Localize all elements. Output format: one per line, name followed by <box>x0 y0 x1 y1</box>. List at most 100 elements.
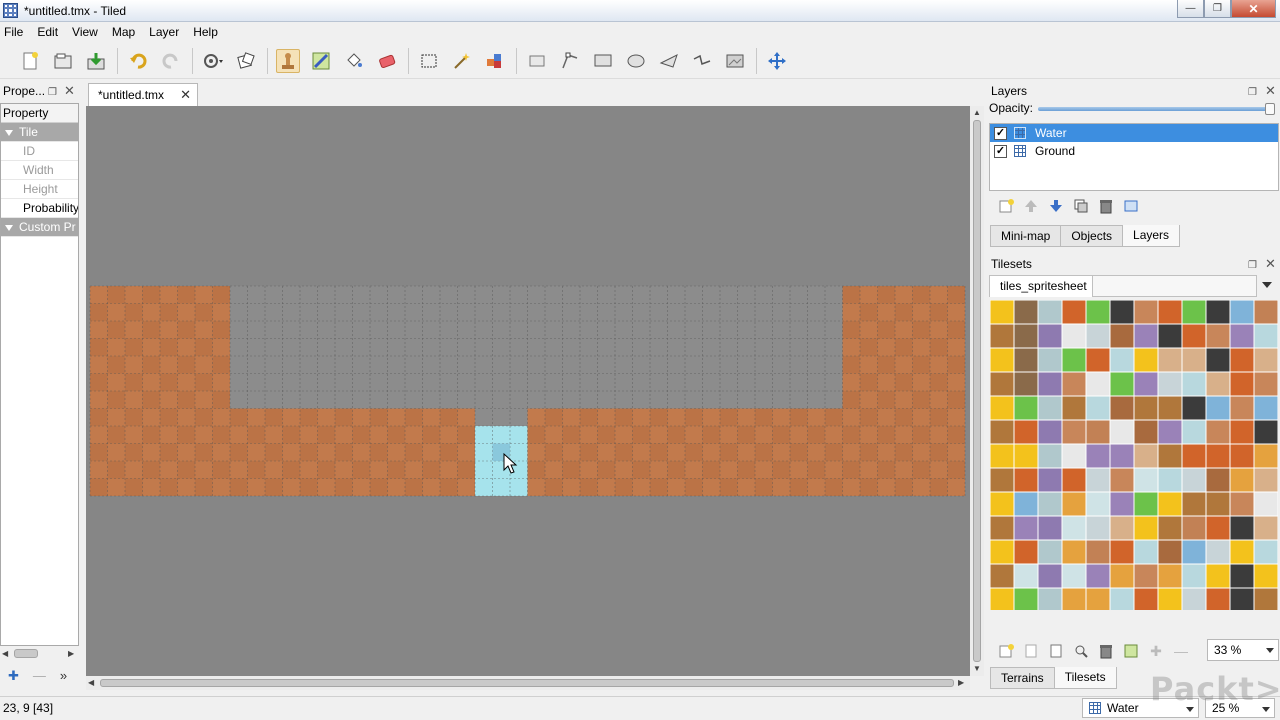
tileset-tile[interactable] <box>990 300 1014 324</box>
tileset-tile[interactable] <box>1086 516 1110 540</box>
stamp-brush-icon[interactable] <box>276 48 300 73</box>
export-tileset-icon[interactable] <box>1048 643 1064 659</box>
more-icon[interactable]: » <box>60 668 67 684</box>
tileset-tile[interactable] <box>1110 516 1134 540</box>
insert-rectangle-icon[interactable] <box>591 49 615 73</box>
tileset-tile[interactable] <box>1206 420 1230 444</box>
map-horizontal-scrollbar[interactable]: ◀ ▶ <box>86 676 970 690</box>
tileset-tile[interactable] <box>1086 300 1110 324</box>
tileset-tile[interactable] <box>1038 396 1062 420</box>
command-icon[interactable] <box>201 49 225 73</box>
tileset-tile[interactable] <box>1038 468 1062 492</box>
menu-help[interactable]: Help <box>193 25 218 39</box>
insert-ellipse-icon[interactable] <box>624 49 648 73</box>
layer-properties-icon[interactable] <box>1123 198 1139 214</box>
tileset-tile[interactable] <box>1254 588 1278 611</box>
tileset-tile[interactable] <box>1158 444 1182 468</box>
tileset-tile[interactable] <box>1206 396 1230 420</box>
tileset-tile[interactable] <box>1206 588 1230 611</box>
tileset-tile[interactable] <box>1254 324 1278 348</box>
new-tileset-icon[interactable] <box>998 643 1014 659</box>
map-view[interactable] <box>86 106 970 676</box>
tileset-tile[interactable] <box>1158 324 1182 348</box>
close-panel-icon[interactable]: ✕ <box>1265 82 1276 100</box>
tileset-tile[interactable] <box>1134 420 1158 444</box>
tileset-tile[interactable] <box>1110 396 1134 420</box>
tileset-tile[interactable] <box>1086 540 1110 564</box>
tileset-tile[interactable] <box>1182 372 1206 396</box>
tileset-tile[interactable] <box>1014 396 1038 420</box>
open-file-icon[interactable] <box>51 49 75 73</box>
add-property-icon[interactable]: ✚ <box>8 668 19 684</box>
tileset-tile[interactable] <box>990 588 1014 611</box>
tileset-tile[interactable] <box>1254 516 1278 540</box>
tab-layers[interactable]: Layers <box>1123 225 1181 247</box>
tileset-tile[interactable] <box>1206 444 1230 468</box>
tileset-tile[interactable] <box>1038 564 1062 588</box>
map-canvas[interactable] <box>86 106 970 676</box>
tileset-tile[interactable] <box>1254 348 1278 372</box>
property-height[interactable]: Height <box>1 180 78 199</box>
tileset-tiles[interactable] <box>990 300 1278 610</box>
tileset-tile[interactable] <box>1110 468 1134 492</box>
tab-mini-map[interactable]: Mini-map <box>990 225 1062 247</box>
tileset-tile[interactable] <box>1182 468 1206 492</box>
layer-row-ground[interactable]: ✓ Ground <box>990 142 1278 160</box>
select-same-tile-icon[interactable] <box>483 49 507 73</box>
tileset-tile[interactable] <box>1206 324 1230 348</box>
tileset-tile[interactable] <box>1134 324 1158 348</box>
tileset-tile[interactable] <box>1062 588 1086 611</box>
tileset-tile[interactable] <box>1014 468 1038 492</box>
rect-select-icon[interactable] <box>417 49 441 73</box>
tileset-tile[interactable] <box>1158 492 1182 516</box>
tileset-tile[interactable] <box>1230 588 1254 611</box>
tileset-tile[interactable] <box>1254 540 1278 564</box>
eraser-icon[interactable] <box>375 49 399 73</box>
tileset-tile[interactable] <box>1110 492 1134 516</box>
save-icon[interactable] <box>84 49 108 73</box>
tileset-tile[interactable] <box>1182 516 1206 540</box>
tileset-tile[interactable] <box>1254 300 1278 324</box>
tileset-tile[interactable] <box>1158 396 1182 420</box>
tileset-tile[interactable] <box>1086 588 1110 611</box>
tileset-tile[interactable] <box>1038 420 1062 444</box>
tileset-tile[interactable] <box>1086 324 1110 348</box>
tileset-tile[interactable] <box>1014 300 1038 324</box>
edit-polygons-icon[interactable] <box>558 49 582 73</box>
tileset-tile[interactable] <box>1206 540 1230 564</box>
tileset-tile[interactable] <box>1158 348 1182 372</box>
import-tileset-icon[interactable] <box>1023 643 1039 659</box>
tileset-tile[interactable] <box>1110 372 1134 396</box>
tileset-tile[interactable] <box>1158 468 1182 492</box>
tileset-tile[interactable] <box>1134 372 1158 396</box>
insert-polyline-icon[interactable] <box>690 49 714 73</box>
tileset-tile[interactable] <box>1062 300 1086 324</box>
close-tab-icon[interactable]: ✕ <box>180 84 191 106</box>
tileset-tile[interactable] <box>1014 420 1038 444</box>
tileset-tile[interactable] <box>1182 540 1206 564</box>
menu-file[interactable]: File <box>4 25 23 39</box>
tileset-tile[interactable] <box>990 348 1014 372</box>
tileset-tile[interactable] <box>1062 564 1086 588</box>
tileset-properties-icon[interactable] <box>1073 643 1089 659</box>
tab-terrains[interactable]: Terrains <box>990 667 1055 689</box>
opacity-slider[interactable] <box>1038 103 1275 115</box>
tileset-tile[interactable] <box>1254 468 1278 492</box>
terrain-brush-icon[interactable] <box>309 49 333 73</box>
tileset-tile[interactable] <box>990 564 1014 588</box>
tileset-tile[interactable] <box>1254 492 1278 516</box>
tab-untitled[interactable]: *untitled.tmx ✕ <box>88 83 198 106</box>
tileset-tile[interactable] <box>1014 564 1038 588</box>
tileset-tile[interactable] <box>1182 588 1206 611</box>
tileset-tile[interactable] <box>1134 444 1158 468</box>
tileset-tile[interactable] <box>1062 324 1086 348</box>
tileset-tile[interactable] <box>1158 564 1182 588</box>
tileset-tile[interactable] <box>1062 516 1086 540</box>
tileset-tile[interactable] <box>1206 564 1230 588</box>
layer-row-water[interactable]: ✓ Water <box>990 124 1278 142</box>
tileset-tile[interactable] <box>1230 468 1254 492</box>
tileset-tile[interactable] <box>1254 444 1278 468</box>
close-panel-icon[interactable]: ✕ <box>1265 255 1276 273</box>
tileset-tile[interactable] <box>1134 516 1158 540</box>
tileset-tile[interactable] <box>1134 468 1158 492</box>
